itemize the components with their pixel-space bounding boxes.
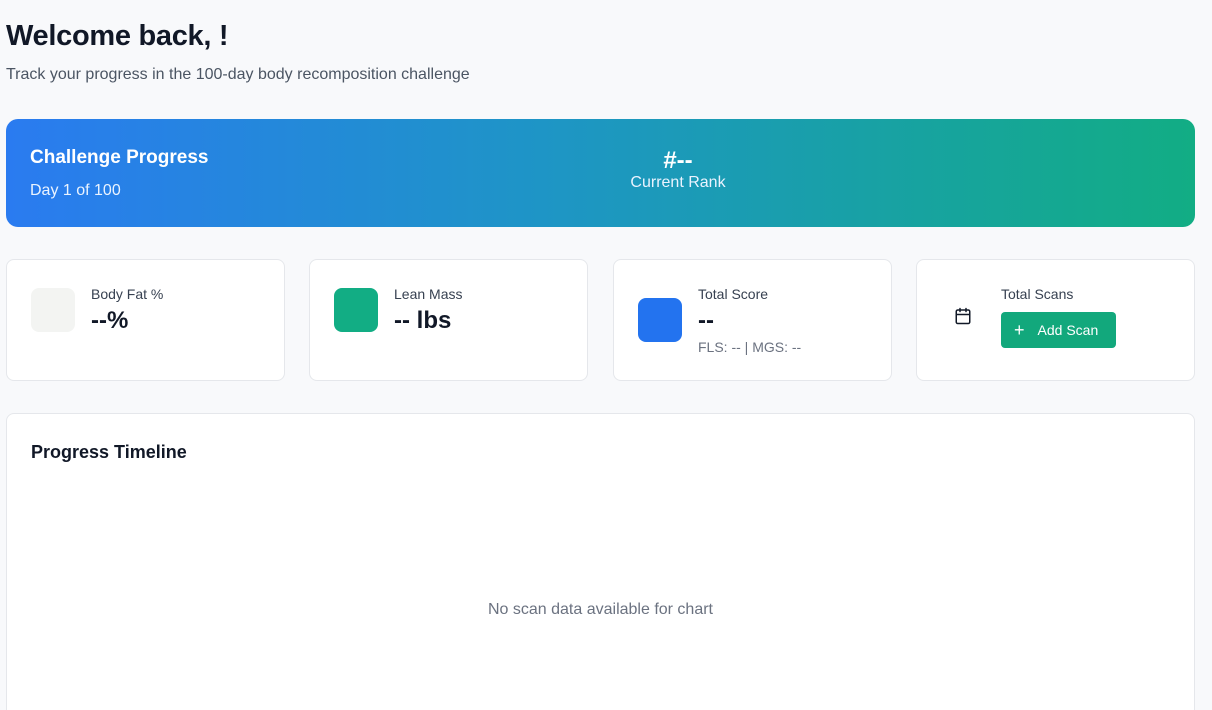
add-scan-label: Add Scan xyxy=(1037,322,1099,338)
total-score-breakdown: FLS: -- | MGS: -- xyxy=(698,339,802,355)
lean-mass-card: Lean Mass -- lbs xyxy=(309,259,588,381)
body-fat-label: Body Fat % xyxy=(91,286,164,302)
lean-mass-icon xyxy=(334,288,378,332)
add-scan-button[interactable]: + Add Scan xyxy=(1001,312,1116,348)
dashboard-page: Welcome back, ! Track your progress in t… xyxy=(0,0,1212,710)
body-fat-card: Body Fat % --% xyxy=(6,259,285,381)
total-score-icon xyxy=(638,298,682,342)
current-rank: #-- Current Rank xyxy=(618,146,738,192)
challenge-progress-title: Challenge Progress xyxy=(30,147,209,168)
page-title: Welcome back, ! xyxy=(6,20,229,52)
lean-mass-value: -- lbs xyxy=(394,307,452,334)
lean-mass-label: Lean Mass xyxy=(394,286,463,302)
current-rank-label: Current Rank xyxy=(630,174,726,191)
progress-timeline-title: Progress Timeline xyxy=(31,442,187,462)
calendar-icon xyxy=(955,307,971,325)
plus-icon: + xyxy=(1014,320,1025,340)
body-fat-icon xyxy=(31,288,75,332)
total-score-label: Total Score xyxy=(698,286,769,302)
total-scans-card: Total Scans + Add Scan xyxy=(916,259,1195,381)
timeline-empty-message: No scan data available for chart xyxy=(487,601,713,618)
total-scans-label: Total Scans xyxy=(1001,286,1074,302)
total-score-card: Total Score -- FLS: -- | MGS: -- xyxy=(613,259,892,381)
challenge-day-text: Day 1 of 100 xyxy=(30,182,121,199)
current-rank-value: #-- xyxy=(663,147,693,174)
total-score-value: -- xyxy=(698,307,714,334)
progress-timeline-panel: Progress Timeline No scan data available… xyxy=(6,413,1195,710)
body-fat-value: --% xyxy=(91,307,129,334)
challenge-progress-banner: Challenge Progress Day 1 of 100 #-- Curr… xyxy=(6,119,1195,227)
page-subtitle: Track your progress in the 100-day body … xyxy=(6,66,470,83)
